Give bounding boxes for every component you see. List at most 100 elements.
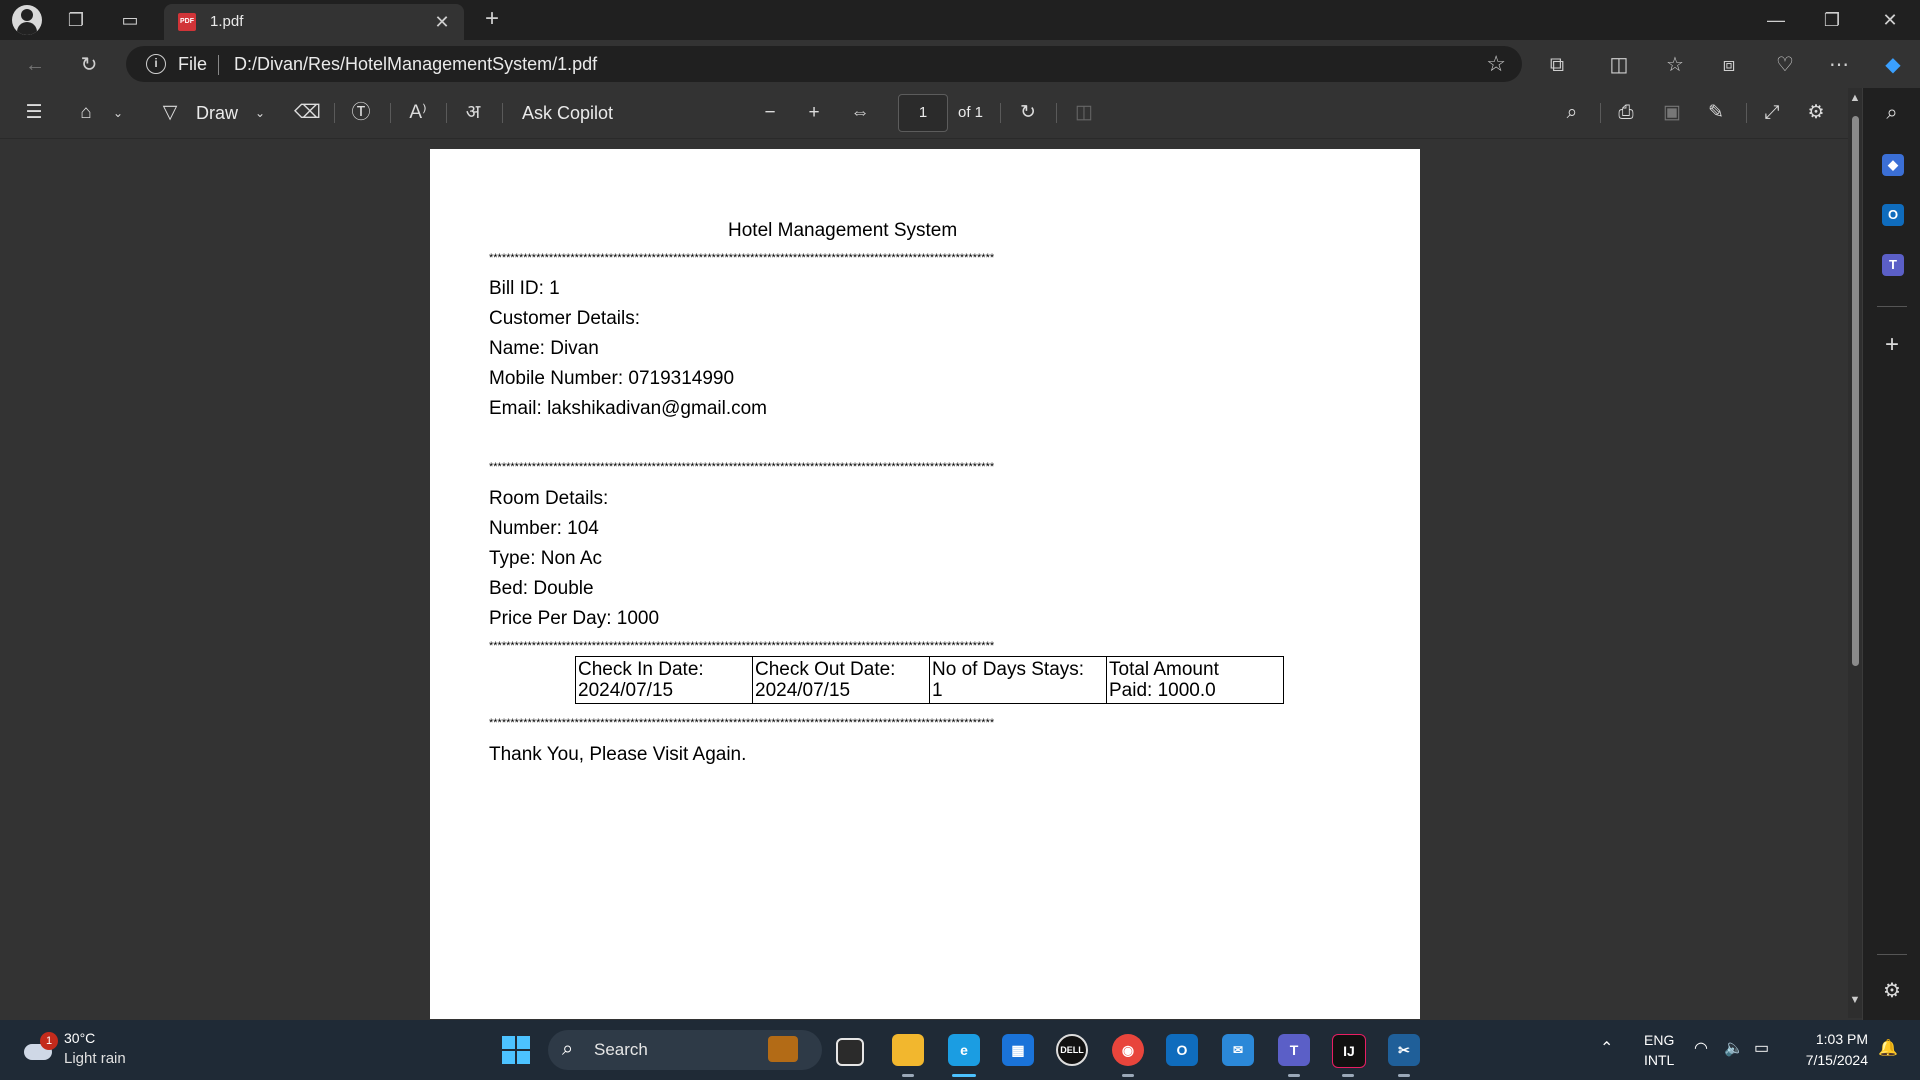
rotate-icon[interactable]: ↻: [1016, 101, 1040, 125]
sidebar-settings-gear-icon[interactable]: ⚙: [1879, 978, 1905, 1004]
file-explorer-icon[interactable]: [892, 1034, 924, 1066]
erase-icon[interactable]: ⌫: [294, 101, 321, 125]
language-code[interactable]: ENG: [1644, 1032, 1674, 1048]
workspaces-icon[interactable]: ❐: [64, 8, 88, 32]
add-text-icon[interactable]: Ⓣ: [349, 101, 373, 125]
info-icon[interactable]: i: [146, 54, 166, 74]
scroll-down-icon[interactable]: ▼: [1848, 994, 1862, 1006]
highlight-icon[interactable]: ⌂: [74, 101, 98, 125]
toolbar-divider: [1056, 103, 1057, 123]
mail-icon[interactable]: ✉: [1222, 1034, 1254, 1066]
refresh-icon[interactable]: ↻: [76, 52, 102, 78]
add-sidebar-app-icon[interactable]: +: [1879, 332, 1905, 358]
customer-heading: Customer Details:: [489, 308, 640, 329]
save-as-icon[interactable]: ✎: [1704, 101, 1728, 125]
weather-rain-icon[interactable]: 1: [24, 1032, 58, 1064]
taskbar-search[interactable]: ⌕ Search: [548, 1030, 822, 1070]
close-tab-icon[interactable]: ✕: [430, 10, 454, 34]
edge-icon[interactable]: e: [948, 1034, 980, 1066]
microsoft-store-icon[interactable]: ▦: [1002, 1034, 1034, 1066]
weather-condition[interactable]: Light rain: [64, 1050, 126, 1067]
notification-bell-icon[interactable]: 🔔: [1878, 1038, 1898, 1058]
clock-date[interactable]: 7/15/2024: [1794, 1052, 1868, 1068]
clock-time[interactable]: 1:03 PM: [1808, 1031, 1868, 1047]
cell-value: 2024/07/15: [755, 680, 851, 701]
minimize-button[interactable]: —: [1756, 6, 1796, 34]
sidebar-search-icon[interactable]: ⌕: [1879, 100, 1905, 126]
ask-copilot-button[interactable]: Ask Copilot: [522, 101, 613, 125]
split-screen-icon[interactable]: ◫: [1606, 52, 1632, 78]
copilot-app-icon[interactable]: ◆: [1882, 154, 1904, 176]
room-heading: Room Details:: [489, 488, 609, 509]
more-options-icon[interactable]: ⋯: [1826, 52, 1852, 78]
toolbar-divider: [502, 103, 503, 123]
draw-chevron-down-icon[interactable]: ⌄: [252, 101, 268, 125]
intellij-icon[interactable]: IJ: [1332, 1034, 1366, 1068]
outlook-new-icon[interactable]: O: [1166, 1034, 1198, 1066]
active-indicator: [952, 1074, 976, 1077]
extensions-icon[interactable]: ⧉: [1544, 52, 1570, 78]
cell-value: 2024/07/15: [578, 680, 674, 701]
collections-icon[interactable]: ⧈: [1716, 52, 1742, 78]
battery-icon[interactable]: ▭: [1754, 1038, 1769, 1058]
chrome-icon[interactable]: ◉: [1112, 1034, 1144, 1066]
teams-icon[interactable]: T: [1882, 254, 1904, 276]
pdf-toolbar: ☰ ⌂ ⌄ ▽ Draw ⌄ ⌫ Ⓣ A⁾ अ Ask Copilot − + …: [0, 88, 1848, 139]
print-icon[interactable]: ⎙: [1614, 101, 1638, 125]
snipping-tool-icon[interactable]: ✂: [1388, 1034, 1420, 1066]
show-hidden-icons-chevron-up-icon[interactable]: ⌃: [1600, 1038, 1613, 1058]
sidebar-divider: [1877, 954, 1907, 955]
read-aloud-icon[interactable]: A⁾: [405, 101, 431, 125]
vertical-scrollbar[interactable]: ▲ ▼: [1848, 88, 1862, 1018]
weather-temperature[interactable]: 30°C: [64, 1030, 95, 1046]
tab-pdf[interactable]: PDF 1.pdf ✕: [164, 4, 464, 40]
restore-button[interactable]: ❐: [1812, 6, 1852, 34]
task-view-icon[interactable]: [836, 1038, 864, 1066]
page-number-input[interactable]: 1: [898, 94, 948, 132]
edge-sidebar: ⌕ ◆ O T + ⚙: [1862, 88, 1920, 1020]
browser-essentials-icon[interactable]: ♡: [1772, 52, 1798, 78]
dell-icon[interactable]: DELL: [1056, 1034, 1088, 1066]
fullscreen-icon[interactable]: ⤢: [1760, 101, 1784, 125]
cell-header: No of Days Stays:: [932, 659, 1085, 680]
running-indicator: [902, 1074, 914, 1077]
profile-avatar[interactable]: [12, 5, 42, 35]
address-bar[interactable]: i File D:/Divan/Res/HotelManagementSyste…: [126, 46, 1522, 82]
outlook-icon[interactable]: O: [1882, 204, 1904, 226]
zoom-out-icon[interactable]: −: [758, 101, 782, 125]
teams-new-icon[interactable]: T: [1278, 1034, 1310, 1066]
copilot-icon[interactable]: ◆: [1880, 52, 1906, 78]
highlight-chevron-down-icon[interactable]: ⌄: [110, 101, 126, 125]
contents-icon[interactable]: ☰: [22, 101, 46, 125]
table-cell: No of Days Stays: 1: [929, 656, 1107, 704]
close-window-button[interactable]: ✕: [1870, 6, 1910, 34]
save-icon[interactable]: ▣: [1660, 101, 1684, 125]
pdf-settings-gear-icon[interactable]: ⚙: [1804, 101, 1828, 125]
scroll-up-icon[interactable]: ▲: [1848, 92, 1862, 104]
volume-icon[interactable]: 🔈: [1724, 1038, 1744, 1058]
running-indicator: [1342, 1074, 1354, 1077]
favorites-icon[interactable]: ☆: [1662, 52, 1688, 78]
new-tab-button[interactable]: +: [478, 6, 506, 34]
zoom-in-icon[interactable]: +: [802, 101, 826, 125]
tab-actions-icon[interactable]: ▭: [118, 8, 142, 32]
room-price: Price Per Day: 1000: [489, 608, 660, 629]
find-search-icon[interactable]: ⌕: [1560, 101, 1584, 125]
wifi-icon[interactable]: ◠: [1694, 1038, 1708, 1058]
address-url[interactable]: D:/Divan/Res/HotelManagementSystem/1.pdf: [234, 54, 597, 75]
start-button[interactable]: [502, 1036, 530, 1064]
draw-button[interactable]: Draw: [196, 101, 238, 125]
separator-line: ****************************************…: [489, 717, 995, 729]
draw-icon[interactable]: ▽: [158, 101, 182, 125]
keyboard-layout[interactable]: INTL: [1644, 1052, 1674, 1068]
page-view-icon[interactable]: ◫: [1072, 101, 1096, 125]
toolbar-divider: [1000, 103, 1001, 123]
translate-icon[interactable]: अ: [460, 101, 486, 125]
table-row: Check In Date: 2024/07/15 Check Out Date:…: [575, 656, 1284, 704]
scrollbar-thumb[interactable]: [1852, 116, 1859, 666]
table-cell: Check In Date: 2024/07/15: [575, 656, 753, 704]
search-highlight-icon: [768, 1036, 798, 1062]
fit-width-icon[interactable]: ⇔: [848, 101, 872, 125]
back-icon[interactable]: ←: [22, 52, 48, 78]
favorite-star-icon[interactable]: ☆: [1486, 51, 1506, 77]
